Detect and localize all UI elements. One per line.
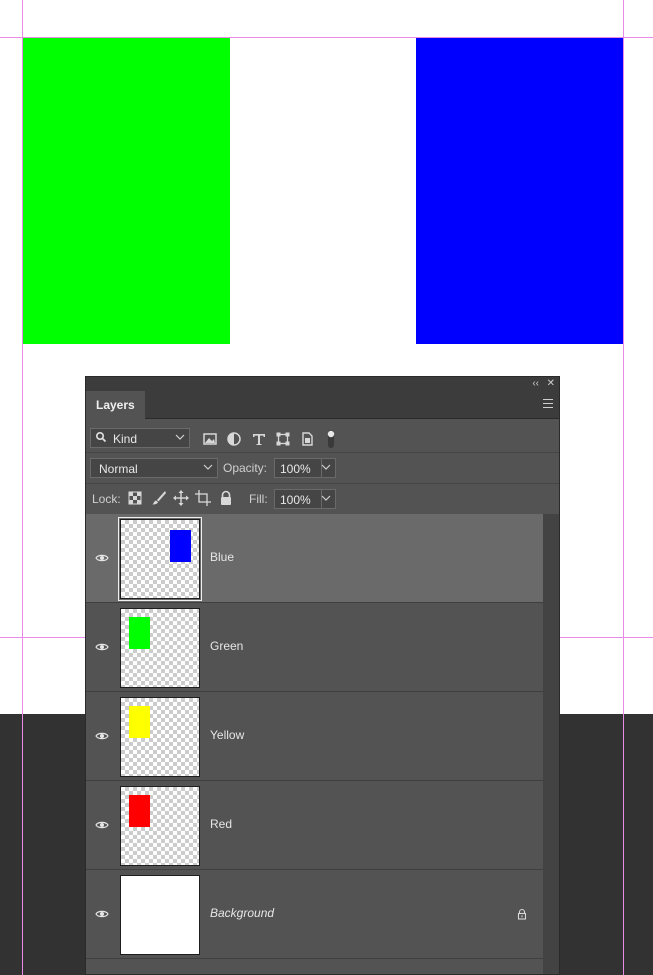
layer-name[interactable]: Green bbox=[210, 639, 243, 653]
guide-vertical-left[interactable] bbox=[22, 0, 23, 975]
layer-swatch bbox=[129, 795, 150, 827]
eye-icon[interactable] bbox=[95, 909, 109, 919]
panel-title-strip: ‹‹ ✕ bbox=[86, 377, 559, 391]
layer-thumbnail[interactable] bbox=[118, 517, 202, 601]
opacity-input[interactable]: 100% bbox=[274, 458, 336, 478]
layer-name[interactable]: Background bbox=[210, 906, 274, 920]
lock-transparent-pixels-icon[interactable] bbox=[128, 491, 142, 505]
layer-thumbnail[interactable] bbox=[120, 875, 200, 955]
layer-name[interactable]: Blue bbox=[210, 550, 234, 564]
lock-all-icon[interactable] bbox=[218, 490, 234, 506]
smart-object-filter-icon[interactable] bbox=[299, 431, 315, 447]
adjustment-layer-filter-icon[interactable] bbox=[226, 431, 242, 447]
layers-panel: ‹‹ ✕ Layers Kind Normal Opacity: 100% Lo… bbox=[85, 376, 560, 975]
lock-icon[interactable] bbox=[516, 908, 528, 920]
layer-row-blue[interactable]: Blue bbox=[86, 514, 543, 603]
opacity-value: 100% bbox=[280, 462, 311, 476]
layer-swatch bbox=[129, 706, 150, 738]
eye-icon[interactable] bbox=[95, 553, 109, 563]
blue-rectangle bbox=[416, 38, 624, 344]
eye-icon[interactable] bbox=[95, 820, 109, 830]
guide-horizontal-top[interactable] bbox=[0, 37, 653, 38]
lock-artboard-icon[interactable] bbox=[195, 490, 211, 506]
eye-icon[interactable] bbox=[95, 642, 109, 652]
lock-label: Lock: bbox=[92, 492, 121, 506]
filter-toggle-icon[interactable] bbox=[326, 429, 336, 449]
chevron-down-icon bbox=[175, 434, 185, 440]
layers-scrollbar[interactable] bbox=[543, 514, 559, 974]
guide-vertical-right[interactable] bbox=[623, 0, 624, 975]
lock-row: Lock: Fill: 100% bbox=[86, 484, 559, 516]
layer-row-background[interactable]: Background bbox=[86, 870, 543, 959]
kind-filter-select[interactable]: Kind bbox=[90, 428, 190, 448]
fill-value: 100% bbox=[280, 493, 311, 507]
layer-swatch bbox=[170, 530, 191, 562]
chevron-down-icon bbox=[321, 464, 331, 470]
layer-row-red[interactable]: Red bbox=[86, 781, 543, 870]
pixel-layer-filter-icon[interactable] bbox=[202, 431, 218, 447]
fill-input[interactable]: 100% bbox=[274, 489, 336, 509]
layer-name[interactable]: Red bbox=[210, 817, 232, 831]
search-icon bbox=[95, 431, 107, 443]
layer-thumbnail[interactable] bbox=[120, 786, 200, 866]
lock-position-move-icon[interactable] bbox=[173, 490, 189, 506]
opacity-label: Opacity: bbox=[223, 461, 268, 475]
layer-thumbnail[interactable] bbox=[120, 697, 200, 777]
chevron-down-icon bbox=[321, 495, 331, 501]
panel-menu-icon[interactable] bbox=[543, 399, 553, 408]
collapse-icon[interactable]: ‹‹ bbox=[532, 378, 539, 390]
panel-tabbar: Layers bbox=[86, 391, 559, 419]
shape-layer-filter-icon[interactable] bbox=[275, 431, 291, 447]
green-rectangle bbox=[22, 38, 230, 344]
type-layer-filter-icon[interactable] bbox=[251, 431, 267, 447]
eye-icon[interactable] bbox=[95, 731, 109, 741]
chevron-down-icon bbox=[203, 464, 213, 470]
filter-row: Kind bbox=[86, 419, 559, 453]
layer-name[interactable]: Yellow bbox=[210, 728, 244, 742]
layer-swatch bbox=[129, 617, 150, 649]
lock-image-pixels-brush-icon[interactable] bbox=[151, 490, 167, 506]
kind-filter-label: Kind bbox=[113, 432, 138, 446]
layer-row-yellow[interactable]: Yellow bbox=[86, 692, 543, 781]
tab-layers[interactable]: Layers bbox=[86, 391, 145, 419]
layer-row-green[interactable]: Green bbox=[86, 603, 543, 692]
close-icon[interactable]: ✕ bbox=[547, 378, 555, 390]
blend-mode-select[interactable]: Normal bbox=[90, 458, 218, 478]
layer-thumbnail[interactable] bbox=[120, 608, 200, 688]
blend-mode-value: Normal bbox=[99, 462, 138, 476]
fill-label: Fill: bbox=[249, 492, 268, 506]
layers-list: Blue Green Yellow Red Background bbox=[86, 514, 543, 959]
blend-row: Normal Opacity: 100% bbox=[86, 453, 559, 484]
